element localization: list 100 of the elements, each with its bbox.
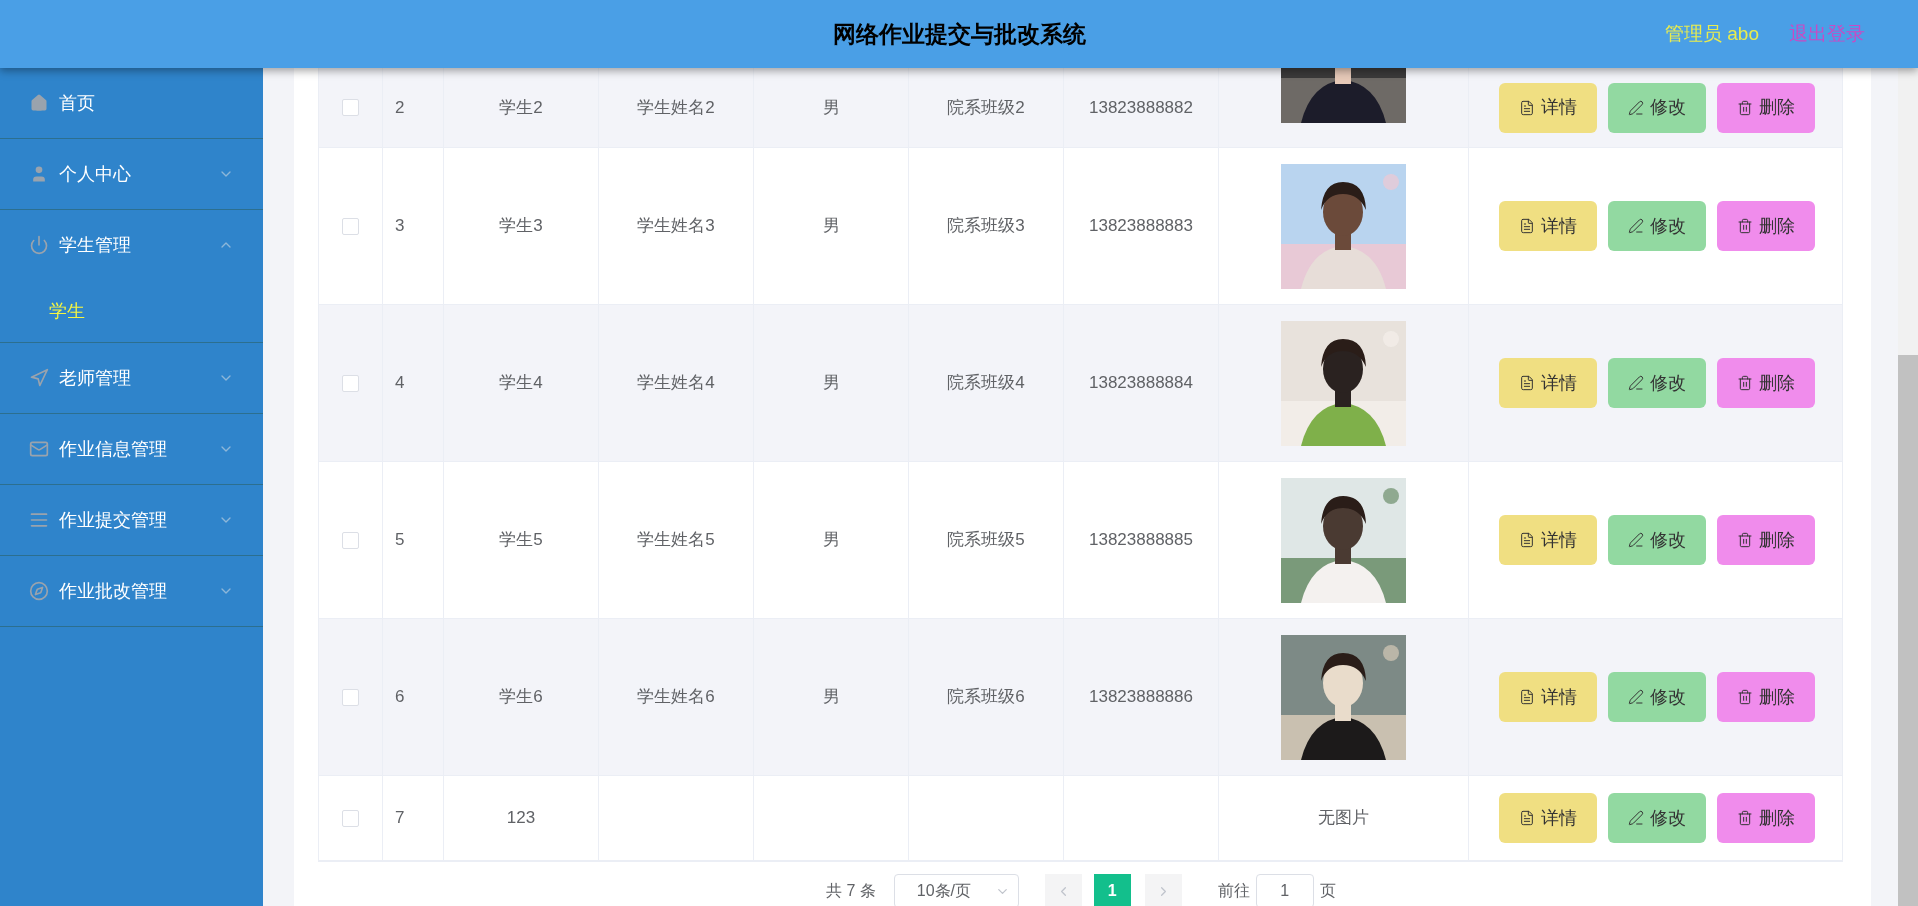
envelope-icon — [29, 439, 49, 459]
scrollbar-thumb[interactable] — [1898, 355, 1918, 906]
sidebar-menu-item[interactable]: 作业信息管理 — [0, 414, 263, 484]
row-number: 5 — [395, 529, 405, 552]
delete-button[interactable]: 删除 — [1717, 672, 1815, 722]
page-unit-label: 页 — [1319, 881, 1336, 901]
menu-label: 个人中心 — [59, 162, 131, 186]
phone-number: 13823888882 — [1089, 96, 1193, 119]
trash-icon — [1737, 810, 1753, 826]
gender: 男 — [822, 372, 840, 395]
detail-button[interactable]: 详情 — [1499, 515, 1597, 565]
gender: 男 — [822, 529, 840, 552]
pencil-icon — [1628, 375, 1644, 391]
trash-icon — [1737, 99, 1753, 116]
pencil-icon — [1628, 532, 1644, 548]
trash-icon — [1737, 689, 1753, 705]
student-id: 学生6 — [499, 686, 543, 709]
row-number: 6 — [395, 686, 405, 709]
edit-button[interactable]: 修改 — [1608, 515, 1706, 565]
delete-button[interactable]: 删除 — [1717, 358, 1815, 408]
edit-button[interactable]: 修改 — [1608, 358, 1706, 408]
no-photo-text: 无图片 — [1318, 807, 1369, 830]
menu-label: 学生管理 — [59, 233, 131, 257]
student-id: 学生5 — [499, 529, 543, 552]
document-icon — [1519, 99, 1535, 116]
previous-page-button[interactable] — [1044, 874, 1082, 906]
row-number: 2 — [395, 96, 405, 119]
pencil-icon — [1628, 810, 1644, 826]
sidebar-menu-item[interactable]: 学生管理 — [0, 210, 263, 280]
sidebar-menu-item[interactable]: 个人中心 — [0, 139, 263, 209]
row-checkbox[interactable] — [342, 217, 359, 235]
student-name: 学生姓名2 — [637, 96, 715, 119]
detail-button[interactable]: 详情 — [1499, 82, 1597, 133]
page-jump-field[interactable]: 1 — [1255, 874, 1314, 906]
pencil-icon — [1628, 99, 1644, 116]
menu-label: 作业信息管理 — [59, 437, 167, 461]
total-count: 共 7 条 — [826, 881, 876, 901]
sidebar-menu-item[interactable]: 作业提交管理 — [0, 485, 263, 555]
student-name: 学生姓名6 — [637, 686, 715, 709]
student-id: 学生2 — [499, 96, 543, 119]
gender: 男 — [822, 686, 840, 709]
row-checkbox[interactable] — [342, 374, 359, 392]
sidebar-submenu-item[interactable]: 学生 — [0, 280, 263, 342]
edit-button[interactable]: 修改 — [1608, 793, 1706, 843]
sidebar-menu-item[interactable]: 作业批改管理 — [0, 556, 263, 626]
next-page-button[interactable] — [1144, 874, 1182, 906]
gender: 男 — [822, 215, 840, 238]
menu-label: 首页 — [59, 91, 95, 115]
pencil-icon — [1628, 218, 1644, 234]
edit-button[interactable]: 修改 — [1608, 201, 1706, 251]
class-name: 院系班级3 — [947, 215, 1025, 238]
student-id: 学生4 — [499, 372, 543, 395]
delete-button[interactable]: 删除 — [1717, 82, 1815, 133]
row-number: 3 — [395, 215, 405, 238]
phone-number: 13823888886 — [1089, 686, 1193, 709]
app-title: 网络作业提交与批改系统 — [832, 19, 1086, 49]
power-icon — [29, 235, 49, 255]
document-icon — [1519, 375, 1535, 391]
document-icon — [1519, 810, 1535, 826]
phone-number: 13823888883 — [1089, 215, 1193, 238]
row-number: 7 — [395, 807, 405, 830]
detail-button[interactable]: 详情 — [1499, 672, 1597, 722]
detail-button[interactable]: 详情 — [1499, 358, 1597, 408]
sidebar-menu-item[interactable]: 老师管理 — [0, 343, 263, 413]
trash-icon — [1737, 375, 1753, 391]
menu-label: 作业提交管理 — [59, 508, 167, 532]
phone-number: 13823888884 — [1089, 372, 1193, 395]
page-size-select[interactable]: 10条/页 — [893, 874, 1019, 906]
row-checkbox[interactable] — [342, 99, 359, 116]
list-icon — [29, 510, 49, 530]
student-name: 学生姓名4 — [637, 372, 715, 395]
row-checkbox[interactable] — [342, 688, 359, 706]
menu-label: 老师管理 — [59, 366, 131, 390]
student-id: 学生3 — [499, 215, 543, 238]
delete-button[interactable]: 删除 — [1717, 515, 1815, 565]
edit-button[interactable]: 修改 — [1608, 672, 1706, 722]
detail-button[interactable]: 详情 — [1499, 201, 1597, 251]
compass-icon — [29, 581, 49, 601]
document-icon — [1519, 689, 1535, 705]
class-name: 院系班级2 — [947, 96, 1025, 119]
pencil-icon — [1628, 689, 1644, 705]
student-id: 123 — [506, 807, 536, 830]
delete-button[interactable]: 删除 — [1717, 201, 1815, 251]
house-icon — [29, 93, 49, 113]
goto-label: 前往 — [1217, 881, 1250, 901]
class-name: 院系班级5 — [947, 529, 1025, 552]
document-icon — [1519, 532, 1535, 548]
detail-button[interactable]: 详情 — [1499, 793, 1597, 843]
row-checkbox[interactable] — [342, 809, 359, 827]
paper-plane-icon — [29, 368, 49, 388]
sidebar-menu-item[interactable]: 首页 — [0, 68, 263, 138]
student-name: 学生姓名3 — [637, 215, 715, 238]
edit-button[interactable]: 修改 — [1608, 82, 1706, 133]
row-number: 4 — [395, 372, 405, 395]
trash-icon — [1737, 218, 1753, 234]
phone-number: 13823888885 — [1089, 529, 1193, 552]
document-icon — [1519, 218, 1535, 234]
student-name: 学生姓名5 — [637, 529, 715, 552]
row-checkbox[interactable] — [342, 531, 359, 549]
delete-button[interactable]: 删除 — [1717, 793, 1815, 843]
